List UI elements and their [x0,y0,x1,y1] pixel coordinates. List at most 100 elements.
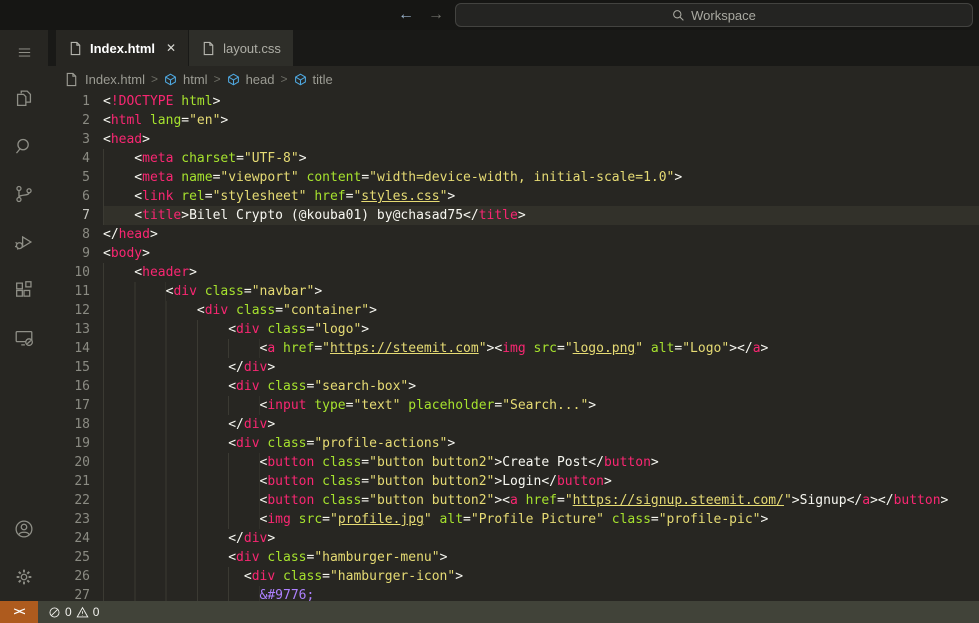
code-token: > [494,474,503,489]
code-token: "logo" [314,322,362,337]
code-line-2[interactable]: 2 <html lang="en"> [48,111,979,130]
code-token: rel [173,189,205,204]
indent-guides [103,510,260,529]
code-token: href [306,189,346,204]
code-token: < [228,550,237,565]
code-line-25[interactable]: 25 <div class="hamburger-menu"> [48,548,979,567]
code-line-7[interactable]: 7 <title>Bilel Crypto (@kouba01) by@chasa… [48,206,979,225]
code-line-content: <!DOCTYPE html> [103,94,220,109]
code-line-10[interactable]: 10 <header> [48,263,979,282]
activity-item-extensions[interactable] [0,266,48,314]
code-line-3[interactable]: 3 <head> [48,130,979,149]
back-arrow-icon[interactable]: ← [394,4,418,26]
code-token: > [455,569,464,584]
code-line-8[interactable]: 8 </head> [48,225,979,244]
file-icon [68,41,83,56]
code-token: > [181,208,190,223]
code-line-27[interactable]: 27 &#9776; [48,586,979,601]
remote-indicator-button[interactable]: >< [0,601,38,623]
activity-item-settings[interactable] [0,553,48,601]
activity-item-account[interactable] [0,505,48,553]
code-token: https://signup.steemit.com/ [572,493,784,508]
breadcrumb-separator: > [150,72,158,86]
problems-button[interactable]: 0 0 [48,605,99,619]
breadcrumb-item-title[interactable]: title [313,72,333,87]
line-number: 6 [82,189,90,204]
code-line-16[interactable]: 16 <div class="search-box"> [48,377,979,396]
code-token: a [510,493,518,508]
code-line-6[interactable]: 6 <link rel="stylesheet" href="styles.css… [48,187,979,206]
code-line-17[interactable]: 17 <input type="text" placeholder="Search… [48,396,979,415]
code-token: header [142,265,190,280]
code-token: div [236,436,260,451]
code-token: logo.png [572,341,636,356]
code-token: < [243,569,252,584]
code-token: > [142,132,150,147]
activity-item-remote-explorer[interactable] [0,314,48,362]
code-line-21[interactable]: 21 <button class="button button2">Login</… [48,472,979,491]
code-line-9[interactable]: 9 <body> [48,244,979,263]
code-area[interactable]: 1 <!DOCTYPE html> 2 <html lang="en"> 3 <head>… [48,92,979,601]
code-token: div [236,550,260,565]
code-line-22[interactable]: 22 <button class="button button2"><a href… [48,491,979,510]
vscode-window: ← → Workspace Index.html ✕ layout.css Inde… [0,0,979,623]
code-token: > [494,455,503,470]
activity-item-run-debug[interactable] [0,218,48,266]
code-token: </ [228,531,244,546]
indent-guides [103,263,135,282]
code-line-content: <div class="navbar"> [103,282,322,301]
code-token: button [267,493,315,508]
code-line-24[interactable]: 24 </div> [48,529,979,548]
code-line-23[interactable]: 23 <img src="profile.jpg" alt="Profile Pi… [48,510,979,529]
code-token: >< [494,493,511,508]
code-line-content: <div class="hamburger-icon"> [103,567,464,586]
code-token: div [243,360,268,375]
code-line-content: <div class="hamburger-menu"> [103,548,447,567]
code-line-26[interactable]: 26 <div class="hamburger-icon"> [48,567,979,586]
code-token: ></ [729,341,753,356]
code-line-20[interactable]: 20 <button class="button button2">Create … [48,453,979,472]
activity-item-source-control[interactable] [0,170,48,218]
activity-item-menu[interactable] [0,30,48,74]
code-line-15[interactable]: 15 </div> [48,358,979,377]
tab-close-icon[interactable]: ✕ [166,41,176,55]
code-line-14[interactable]: 14 <a href="https://steemit.com"><img src… [48,339,979,358]
forward-arrow-icon[interactable]: → [424,4,448,26]
code-line-1[interactable]: 1 <!DOCTYPE html> [48,92,979,111]
code-line-19[interactable]: 19 <div class="profile-actions"> [48,434,979,453]
breadcrumb-item-head[interactable]: head [246,72,275,87]
code-token: " [478,341,487,356]
code-line-content: <title>Bilel Crypto (@kouba01) by@chasad… [103,206,526,225]
code-token: class [259,322,307,337]
line-number: 18 [74,417,90,432]
code-token: "text" [353,398,401,413]
code-line-5[interactable]: 5 <meta name="viewport" content="width=de… [48,168,979,187]
code-token: "viewport" [220,170,299,185]
code-line-11[interactable]: 11 <div class="navbar"> [48,282,979,301]
tab-layout.css[interactable]: layout.css [189,30,294,66]
code-token: Bilel Crypto (@kouba01) by@chasad75 [189,208,464,223]
code-token: = [322,512,330,527]
code-token: = [463,512,471,527]
tab-Index.html[interactable]: Index.html ✕ [56,30,190,66]
code-token: > [142,246,150,261]
code-token: > [408,379,417,394]
code-line-12[interactable]: 12 <div class="container"> [48,301,979,320]
code-line-4[interactable]: 4 <meta charset="UTF-8"> [48,149,979,168]
line-number: 4 [82,151,90,166]
code-line-18[interactable]: 18 </div> [48,415,979,434]
indent-guides [103,434,229,453]
code-line-13[interactable]: 13 <div class="logo"> [48,320,979,339]
activity-item-search[interactable] [0,122,48,170]
breadcrumb-item-file[interactable]: Index.html [85,72,145,87]
account-icon [13,518,35,540]
code-token: " [329,512,338,527]
code-token: title [142,208,182,223]
code-token: alt [643,341,675,356]
breadcrumb-item-html[interactable]: html [183,72,208,87]
code-token: styles.css [361,189,440,204]
code-token: placeholder [400,398,495,413]
code-token: </ [228,360,244,375]
command-center-search[interactable]: Workspace [455,3,973,27]
activity-item-explorer[interactable] [0,74,48,122]
